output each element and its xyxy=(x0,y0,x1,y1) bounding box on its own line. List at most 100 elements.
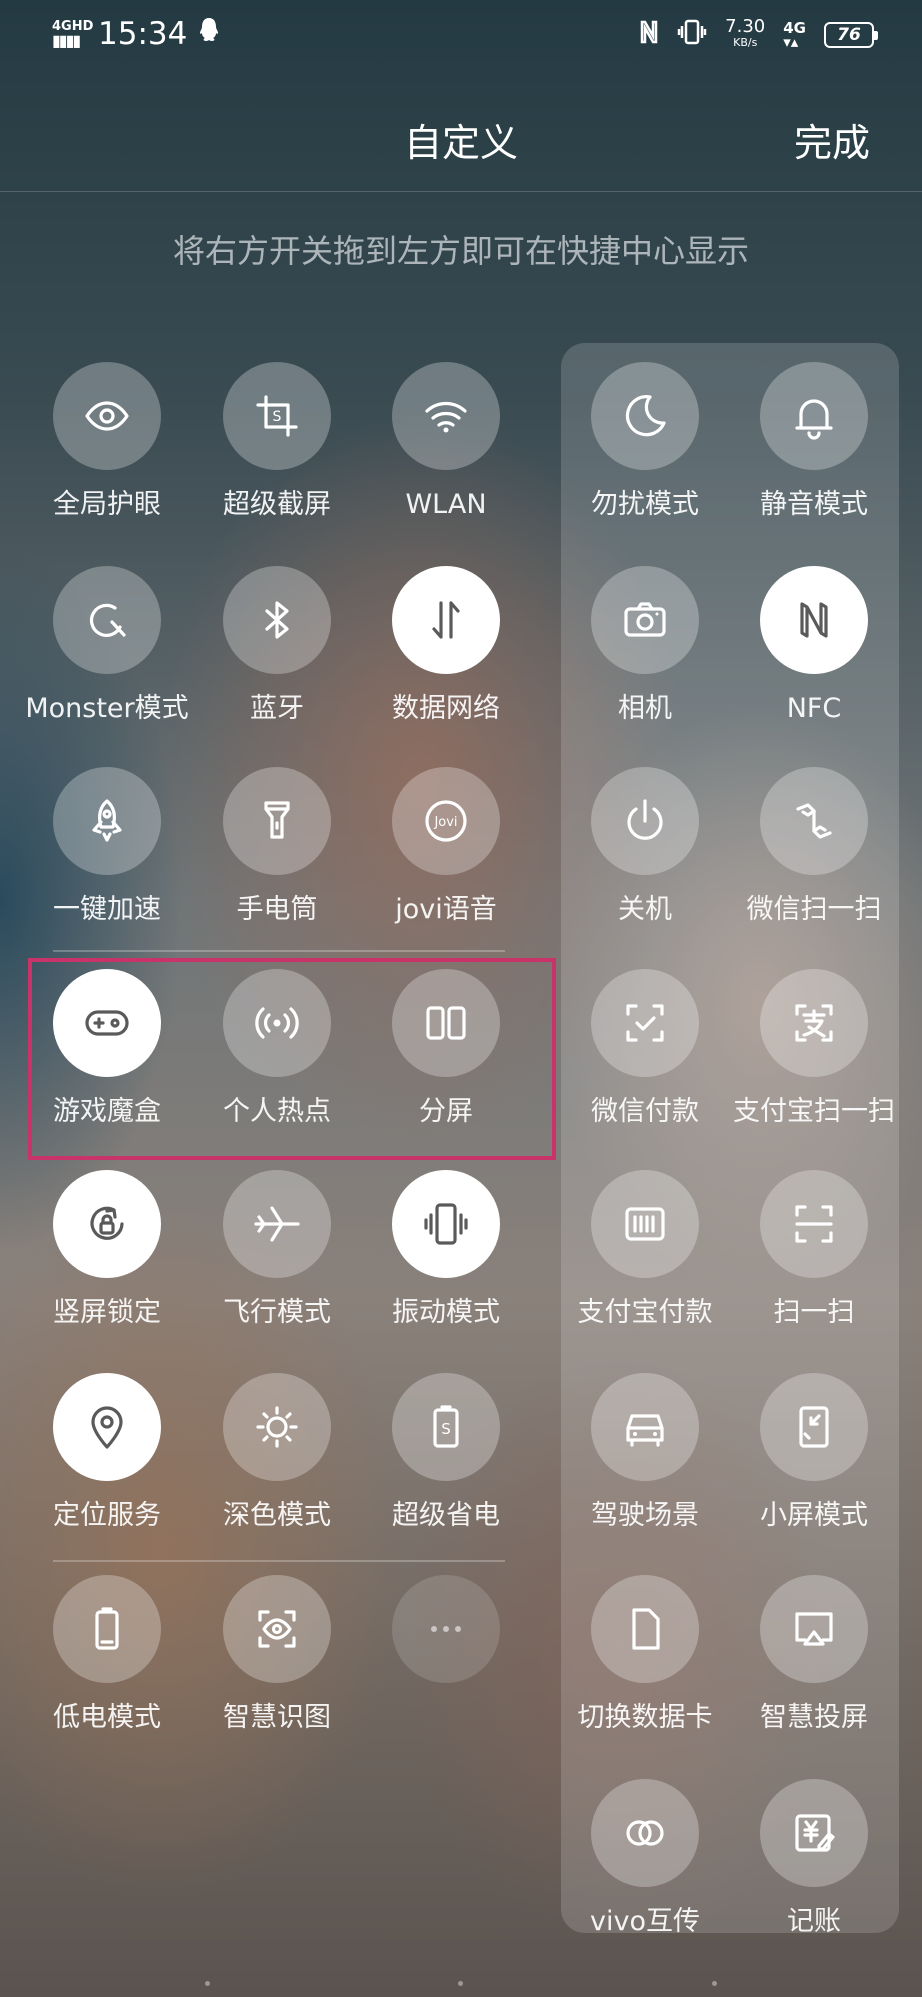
tile-screenshot-crop[interactable]: S 超级截屏 xyxy=(192,362,362,522)
tile-bluetooth[interactable]: 蓝牙 xyxy=(192,566,362,726)
speed-unit: KB/s xyxy=(733,36,758,49)
vivo-share-icon[interactable] xyxy=(591,1779,699,1887)
tile-monster-mode[interactable]: Monster模式 xyxy=(22,566,192,726)
screen-cast-icon[interactable] xyxy=(760,1575,868,1683)
screenshot-crop-icon[interactable]: S xyxy=(223,362,331,470)
tile-label: 扫一扫 xyxy=(773,1297,855,1328)
tile-gamepad[interactable]: 游戏魔盒 xyxy=(22,969,192,1129)
tile-car[interactable]: 驾驶场景 xyxy=(560,1373,730,1533)
hotspot-icon[interactable] xyxy=(223,969,331,1077)
super-power-save-icon[interactable]: S xyxy=(392,1373,500,1481)
tile-rocket[interactable]: 一键加速 xyxy=(22,767,192,927)
wifi-icon[interactable] xyxy=(392,362,500,470)
airplane-icon[interactable] xyxy=(223,1170,331,1278)
eye-icon[interactable] xyxy=(53,362,161,470)
tile-mobile-data[interactable]: 数据网络 xyxy=(361,566,531,726)
sim-card-icon[interactable] xyxy=(591,1575,699,1683)
battery-icon: 76 xyxy=(824,22,878,48)
vibrate-icon[interactable] xyxy=(392,1170,500,1278)
bell-icon[interactable] xyxy=(760,362,868,470)
tile-bell[interactable]: 静音模式 xyxy=(729,362,899,522)
jovi-icon[interactable]: Jovi xyxy=(392,767,500,875)
tile-super-power-save[interactable]: S 超级省电 xyxy=(361,1373,531,1533)
bookkeeping-icon[interactable] xyxy=(760,1779,868,1887)
tile-label: vivo互传 xyxy=(590,1906,700,1937)
tile-split-screen[interactable]: 分屏 xyxy=(361,969,531,1129)
small-screen-icon[interactable] xyxy=(760,1373,868,1481)
alipay-pay-icon[interactable] xyxy=(591,1170,699,1278)
tile-label: jovi语音 xyxy=(395,894,497,925)
done-button[interactable]: 完成 xyxy=(794,112,870,167)
scroll-dot xyxy=(205,1981,210,1986)
tile-wechat-pay[interactable]: 微信付款 xyxy=(560,969,730,1129)
tile-low-battery[interactable]: 低电模式 xyxy=(22,1575,192,1735)
tile-airplane[interactable]: 飞行模式 xyxy=(192,1170,362,1330)
tile-label: 智慧投屏 xyxy=(760,1702,868,1733)
tile-label: 记账 xyxy=(787,1906,841,1937)
tile-moon[interactable]: 勿扰模式 xyxy=(560,362,730,522)
split-screen-icon[interactable] xyxy=(392,969,500,1077)
tile-wifi[interactable]: WLAN xyxy=(361,362,531,522)
moon-icon[interactable] xyxy=(591,362,699,470)
gamepad-icon[interactable] xyxy=(53,969,161,1077)
tile-vibrate[interactable]: 振动模式 xyxy=(361,1170,531,1330)
mobile-data-icon[interactable] xyxy=(392,566,500,674)
wechat-pay-icon[interactable] xyxy=(591,969,699,1077)
tile-bookkeeping[interactable]: 记账 xyxy=(729,1779,899,1939)
tile-jovi[interactable]: Jovi jovi语音 xyxy=(361,767,531,927)
network-speed: 7.30 KB/s xyxy=(725,18,765,51)
tile-dark-mode[interactable]: 深色模式 xyxy=(192,1373,362,1533)
tile-label: 静音模式 xyxy=(760,489,868,520)
tile-location[interactable]: 定位服务 xyxy=(22,1373,192,1533)
tile-nfc[interactable]: NFC xyxy=(729,566,899,726)
tile-alipay-pay[interactable]: 支付宝付款 xyxy=(560,1170,730,1330)
tile-camera[interactable]: 相机 xyxy=(560,566,730,726)
rotation-lock-icon[interactable] xyxy=(53,1170,161,1278)
tile-label: 小屏模式 xyxy=(760,1500,868,1531)
nfc-icon[interactable] xyxy=(760,566,868,674)
signal-bars-icon: ▮▮▮▮ xyxy=(52,31,81,50)
nfc-status-icon xyxy=(639,18,659,52)
tile-screen-cast[interactable]: 智慧投屏 xyxy=(729,1575,899,1735)
tile-label: 关机 xyxy=(618,894,672,925)
tile-label: 分屏 xyxy=(419,1096,473,1127)
tile-sim-card[interactable]: 切换数据卡 xyxy=(560,1575,730,1735)
tile-hotspot[interactable]: 个人热点 xyxy=(192,969,362,1129)
tile-alipay-scan[interactable]: 支付宝扫一扫 xyxy=(729,969,899,1129)
tile-label: 超级省电 xyxy=(392,1500,500,1531)
tile-power[interactable]: 关机 xyxy=(560,767,730,927)
instruction-hint: 将右方开关拖到左方即可在快捷中心显示 xyxy=(172,232,749,270)
camera-icon[interactable] xyxy=(591,566,699,674)
tile-vivo-share[interactable]: vivo互传 xyxy=(560,1779,730,1939)
rocket-icon[interactable] xyxy=(53,767,161,875)
tile-label: 支付宝扫一扫 xyxy=(733,1096,895,1127)
tile-label: 微信付款 xyxy=(591,1096,699,1127)
more-icon[interactable] xyxy=(392,1575,500,1683)
scan-icon[interactable] xyxy=(760,1170,868,1278)
tile-flashlight[interactable]: 手电筒 xyxy=(192,767,362,927)
bluetooth-icon[interactable] xyxy=(223,566,331,674)
tile-label: 手电筒 xyxy=(236,894,318,925)
power-icon[interactable] xyxy=(591,767,699,875)
monster-mode-icon[interactable] xyxy=(53,566,161,674)
tile-rotation-lock[interactable]: 竖屏锁定 xyxy=(22,1170,192,1330)
low-battery-icon[interactable] xyxy=(53,1575,161,1683)
tile-wechat-scan[interactable]: 微信扫一扫 xyxy=(729,767,899,927)
alipay-scan-icon[interactable] xyxy=(760,969,868,1077)
scroll-indicator xyxy=(0,1981,922,1989)
wechat-scan-icon[interactable] xyxy=(760,767,868,875)
dark-mode-icon[interactable] xyxy=(223,1373,331,1481)
tile-eye[interactable]: 全局护眼 xyxy=(22,362,192,522)
network-indicator: 4GHD ▮▮▮▮ xyxy=(52,20,93,50)
flashlight-icon[interactable] xyxy=(223,767,331,875)
tile-scan[interactable]: 扫一扫 xyxy=(729,1170,899,1330)
tile-more[interactable] xyxy=(361,1575,531,1701)
cellular-type: 4G ▾▴ xyxy=(783,21,806,50)
tile-label: 定位服务 xyxy=(53,1500,161,1531)
location-icon[interactable] xyxy=(53,1373,161,1481)
tile-label: NFC xyxy=(786,693,842,724)
smart-vision-icon[interactable] xyxy=(223,1575,331,1683)
tile-small-screen[interactable]: 小屏模式 xyxy=(729,1373,899,1533)
car-icon[interactable] xyxy=(591,1373,699,1481)
tile-smart-vision[interactable]: 智慧识图 xyxy=(192,1575,362,1735)
